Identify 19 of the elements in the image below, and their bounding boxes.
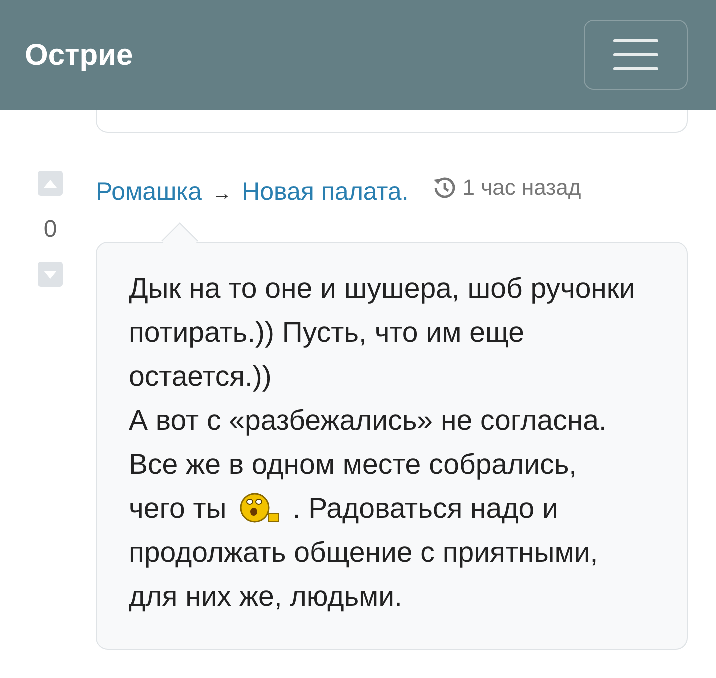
comment-text: Дык на то оне и шушера, шоб ручонки потирать.)) Пусть, что им еще остается.)) <box>129 272 636 395</box>
brand-link[interactable]: Острие <box>25 32 134 78</box>
menu-icon <box>613 38 659 72</box>
timestamp: 1 час назад <box>462 174 582 202</box>
comment-text: чего ты <box>129 492 227 527</box>
menu-button[interactable] <box>584 20 688 90</box>
upvote-button[interactable] <box>38 171 63 196</box>
history-icon <box>432 176 457 200</box>
comment-text: Все же в одном месте собрались, <box>129 448 578 483</box>
comment-text: . Радоваться надо и <box>292 492 558 527</box>
caret-down-icon <box>44 270 57 278</box>
topic-link[interactable]: Новая палата. <box>242 174 409 211</box>
caret-up-icon <box>44 180 57 188</box>
comment-text: продолжать общение с приятными, для них же, людьми. <box>129 536 600 615</box>
vote-score: 0 <box>42 215 58 245</box>
arrow-text: → <box>212 182 232 206</box>
author-link[interactable]: Ромашка <box>96 174 202 211</box>
downvote-button[interactable] <box>38 262 63 287</box>
comment-text: А вот с «разбежались» не согласна. <box>129 404 607 439</box>
